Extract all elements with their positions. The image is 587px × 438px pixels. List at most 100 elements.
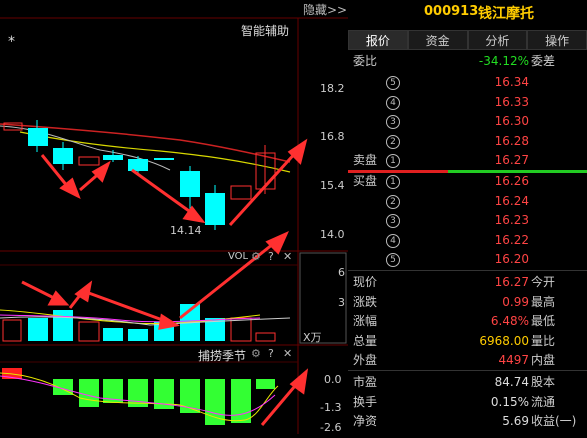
quote-right-label: 最高 xyxy=(531,294,556,309)
volume-bars xyxy=(2,304,276,342)
price-tick: 16.8 xyxy=(320,130,345,143)
stock-code: 000913 xyxy=(424,4,479,19)
fund-row[interactable]: 换手 0.15% 流通 xyxy=(348,393,587,412)
ratio-label: 委比 xyxy=(353,54,378,68)
buy-order-row[interactable]: 16.23 3 xyxy=(348,211,587,230)
quote-value: 16.27 xyxy=(494,275,529,289)
quote-label: 外盘 xyxy=(353,353,378,367)
vol-close-icon[interactable]: ✕ xyxy=(283,250,292,263)
order-side-label: 卖盘 xyxy=(353,153,378,167)
vol-title: VOL xyxy=(228,251,249,262)
order-price: 16.33 xyxy=(494,94,529,109)
order-level-badge: 3 xyxy=(386,214,400,228)
fund-value: 5.69 xyxy=(502,414,529,428)
fund-value: 84.74 xyxy=(494,375,529,389)
order-price: 16.28 xyxy=(494,133,529,148)
order-level-badge: 4 xyxy=(386,95,400,110)
quote-row[interactable]: 涨幅 6.48% 最低 xyxy=(348,312,587,331)
order-level-badge: 2 xyxy=(386,134,400,149)
stock-header: 000913 钱江摩托 xyxy=(348,0,587,24)
tab-funds[interactable]: 资金 xyxy=(407,30,468,50)
quote-right-label: 今开 xyxy=(531,275,556,289)
fund-row[interactable]: 市盈 84.74 股本 xyxy=(348,373,587,392)
cycle-help-icon[interactable]: ? xyxy=(268,347,274,360)
vol-help-icon[interactable]: ? xyxy=(268,250,274,263)
cycle-title: 捕捞季节 xyxy=(198,349,247,363)
cycle-bars xyxy=(2,368,275,425)
fund-label: 换手 xyxy=(353,394,378,409)
order-price: 16.27 xyxy=(494,153,529,167)
quote-label: 涨幅 xyxy=(353,314,378,328)
order-level-badge: 2 xyxy=(386,194,400,209)
buy-order-row[interactable]: 16.22 4 xyxy=(348,231,587,250)
sell-order-row[interactable]: 卖盘 16.27 1 xyxy=(348,151,587,170)
quote-value: 6968.00 xyxy=(479,333,529,348)
quote-row[interactable]: 总量 6968.00 量比 xyxy=(348,332,587,351)
chart-area[interactable]: 隐藏>> 智能辅助 * 18.2 16.8 15.4 14.0 14.14 VO… xyxy=(0,0,348,434)
buy-order-row[interactable]: 16.24 2 xyxy=(348,192,587,211)
fund-right-label: 流通 xyxy=(531,394,556,409)
quote-row[interactable]: 现价 16.27 今开 xyxy=(348,273,587,292)
cycle-tick: -1.3 xyxy=(320,401,342,414)
ratio-diff-label: 委差 xyxy=(531,54,556,68)
buy-order-row[interactable]: 16.20 5 xyxy=(348,250,587,269)
fund-right-label: 收益(一) xyxy=(531,414,577,428)
quote-panel: 000913 钱江摩托 报价 资金 分析 操作 委比 -34.12% 委差 16… xyxy=(348,0,587,434)
quote-label: 总量 xyxy=(353,333,378,348)
order-level-badge: 4 xyxy=(386,233,400,248)
separator xyxy=(348,370,587,371)
stock-name: 钱江摩托 xyxy=(478,6,534,22)
indicator-label[interactable]: 智能辅助 xyxy=(241,22,289,39)
cycle-close-icon[interactable]: ✕ xyxy=(283,347,292,360)
tab-quote[interactable]: 报价 xyxy=(348,30,408,50)
order-price: 16.24 xyxy=(494,193,529,208)
quote-right-label: 量比 xyxy=(531,333,556,348)
quote-row[interactable]: 外盘 4497 内盘 xyxy=(348,351,587,370)
cycle-tick: 0.0 xyxy=(324,373,342,386)
low-price-label: 14.14 xyxy=(170,224,202,237)
order-price: 16.34 xyxy=(494,75,529,89)
order-level-badge: 1 xyxy=(386,154,400,168)
quote-tabs: 报价 资金 分析 操作 xyxy=(348,30,587,50)
chart-svg[interactable] xyxy=(0,0,348,434)
sell-order-row[interactable]: 16.33 4 xyxy=(348,93,587,112)
tab-analysis[interactable]: 分析 xyxy=(467,30,528,50)
fund-label: 净资 xyxy=(353,414,378,428)
vol-tick: 3 xyxy=(338,296,345,309)
fund-label: 市盈 xyxy=(353,375,378,389)
hide-button[interactable]: 隐藏>> xyxy=(303,1,347,18)
order-price: 16.22 xyxy=(494,232,529,247)
price-tick: 15.4 xyxy=(320,179,345,192)
cycle-gear-icon[interactable]: ⚙ xyxy=(251,347,261,360)
ratio-row: 委比 -34.12% 委差 xyxy=(348,52,587,71)
quote-right-label: 内盘 xyxy=(531,353,556,367)
buy-order-row[interactable]: 买盘 16.26 1 xyxy=(348,172,587,191)
quote-value: 6.48% xyxy=(490,314,529,328)
quote-right-label: 最低 xyxy=(531,314,556,328)
cycle-tick: -2.6 xyxy=(320,421,342,434)
vol-gear-icon[interactable]: ⚙ xyxy=(251,250,261,263)
ratio-value: -34.12% xyxy=(478,54,529,68)
order-level-badge: 3 xyxy=(386,115,400,129)
quote-label: 涨跌 xyxy=(353,294,378,309)
sell-order-row[interactable]: 16.30 3 xyxy=(348,112,587,131)
separator xyxy=(348,270,587,271)
quote-value: 0.99 xyxy=(502,294,529,309)
tab-operate[interactable]: 操作 xyxy=(527,30,587,50)
order-level-badge: 5 xyxy=(386,76,400,90)
price-tick: 18.2 xyxy=(320,82,345,95)
sell-order-row[interactable]: 16.28 2 xyxy=(348,132,587,151)
quote-row[interactable]: 涨跌 0.99 最高 xyxy=(348,293,587,312)
vol-unit: X万 xyxy=(303,331,322,344)
quote-value: 4497 xyxy=(498,353,529,367)
fund-right-label: 股本 xyxy=(531,375,556,389)
order-level-badge: 5 xyxy=(386,253,400,267)
sell-order-row[interactable]: 16.34 5 xyxy=(348,73,587,92)
star-marker: * xyxy=(8,34,15,50)
order-price: 16.20 xyxy=(494,252,529,266)
price-tick: 14.0 xyxy=(320,228,345,241)
order-price: 16.23 xyxy=(494,213,529,227)
order-price: 16.30 xyxy=(494,114,529,128)
quote-label: 现价 xyxy=(353,275,378,289)
fund-row[interactable]: 净资 5.69 收益(一) xyxy=(348,412,587,431)
